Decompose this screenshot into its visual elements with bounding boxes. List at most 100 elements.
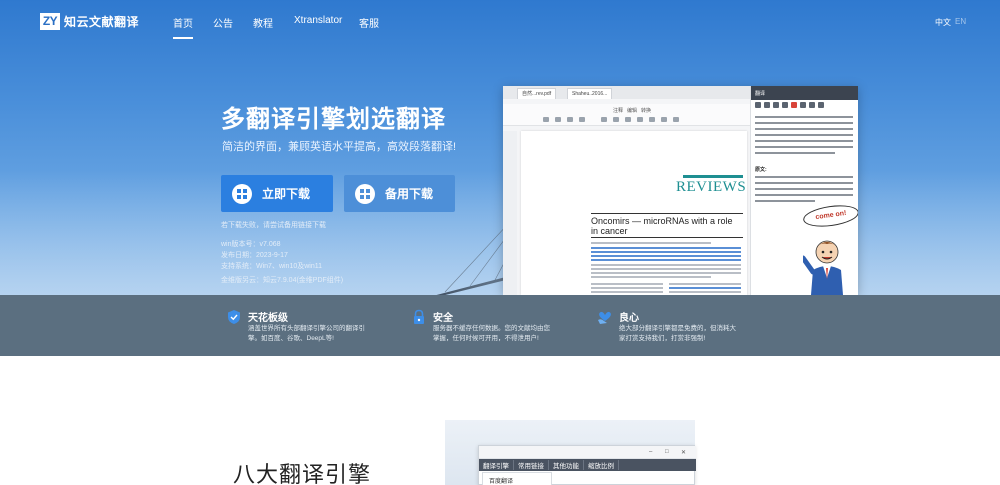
supported-os: 支持系统：Win7、win10及win11 — [221, 263, 323, 270]
reader-toolbar: 注释 编辑 转换 — [503, 104, 750, 126]
brand-name: 知云文献翻译 — [64, 15, 140, 29]
original-line — [755, 182, 853, 184]
translation-pane-header: 翻译 — [751, 86, 858, 100]
logo-mark: ZY — [40, 13, 60, 30]
nav-xtranslator[interactable]: Xtranslator — [294, 15, 342, 26]
toolbar-icon — [555, 117, 561, 122]
text-line — [591, 283, 663, 285]
minimize-icon: – — [649, 449, 653, 455]
version-info: win版本号：v7.068 — [221, 241, 281, 248]
toolbar-icon — [625, 117, 631, 122]
translated-line — [755, 134, 853, 136]
lang-en[interactable]: EN — [955, 17, 966, 26]
menu-translation-engines[interactable]: 翻译引擎 — [479, 460, 514, 470]
translated-line — [755, 152, 835, 154]
translated-line — [755, 122, 853, 124]
handshake-icon — [598, 311, 611, 324]
top-nav: ZY 知云文献翻译 首页 公告 教程 Xtranslator 客服 中文 EN — [0, 0, 1000, 44]
toolbar-icon — [637, 117, 643, 122]
original-line — [755, 200, 815, 202]
close-icon: ✕ — [681, 450, 687, 456]
toolbar-icon — [579, 117, 585, 122]
rule-line — [591, 237, 743, 238]
nav-home[interactable]: 首页 — [173, 15, 193, 39]
highlighted-line — [591, 247, 741, 249]
text-line — [591, 287, 663, 289]
feature-description: 涵盖世界所有头部翻译引擎公司的翻译引擎。如百度、谷歌、DeepL等! — [248, 325, 365, 342]
mail-icon — [791, 102, 797, 108]
windows-icon — [355, 183, 375, 204]
cartoon-mascot — [803, 240, 843, 295]
text-line — [591, 242, 711, 244]
highlighted-line — [591, 251, 741, 253]
backup-download-button[interactable]: 备用下载 — [344, 175, 455, 212]
toolbar-icon — [673, 117, 679, 122]
download-button[interactable]: 立即下载 — [221, 175, 333, 212]
doc-tab: 自然...rev.pdf — [517, 88, 557, 99]
pdf-page: REVIEWS Oncomirs — microRNAs with a role… — [521, 131, 747, 295]
text-line — [669, 291, 741, 293]
hero-section: ZY 知云文献翻译 首页 公告 教程 Xtranslator 客服 中文 EN … — [0, 0, 1000, 295]
menu-common-links[interactable]: 常用链接 — [514, 460, 549, 470]
toolbar-icon — [818, 102, 824, 108]
original-line — [755, 188, 853, 190]
toolbar-icon — [601, 117, 607, 122]
maximize-icon: □ — [665, 449, 669, 455]
toolbar-tab: 注释 — [613, 108, 624, 114]
toolbar-icon — [649, 117, 655, 122]
highlighted-line — [591, 259, 741, 261]
original-line — [755, 194, 853, 196]
feature-title: 安全 — [433, 313, 453, 324]
engines-section-title: 八大翻译引擎 — [233, 462, 372, 485]
highlighted-line — [591, 255, 741, 257]
feature-title: 天花板级 — [248, 313, 288, 324]
original-line — [755, 176, 853, 178]
toolbar-icon — [543, 117, 549, 122]
document-tabs: 自然...rev.pdf Shaheu..2016... — [503, 86, 750, 99]
backup-download-label: 备用下载 — [385, 187, 434, 201]
app-preview-screenshot: 自然...rev.pdf Shaheu..2016... 注释 编辑 转换 RE… — [503, 86, 858, 295]
page-sidebar — [503, 131, 517, 295]
toolbar-icon — [764, 102, 770, 108]
toolbar-icon — [800, 102, 806, 108]
nav-tutorial[interactable]: 教程 — [253, 15, 273, 30]
windows-icon — [232, 183, 252, 204]
translation-toolbar — [755, 102, 824, 108]
hero-title: 多翻译引擎划选翻译 — [221, 106, 446, 133]
release-date: 发布日期：2023-9-17 — [221, 252, 288, 259]
rule-line — [591, 213, 743, 214]
translated-line — [755, 128, 853, 130]
text-line — [591, 268, 741, 270]
doc-tab: Shaheu..2016... — [567, 88, 613, 99]
text-line — [591, 276, 711, 278]
toolbar-tab: 转换 — [641, 108, 652, 114]
download-hint: 若下载失败，请尝试备用链接下载 — [221, 222, 326, 229]
text-line — [591, 291, 663, 293]
shield-icon — [228, 310, 240, 324]
original-text-label: 原文: — [755, 167, 767, 173]
text-line — [591, 272, 741, 274]
pdf-reader-pane: 自然...rev.pdf Shaheu..2016... 注释 编辑 转换 RE… — [503, 86, 750, 295]
highlighted-line — [669, 287, 741, 289]
toolbar-icon — [773, 102, 779, 108]
window-titlebar: – □ ✕ — [479, 446, 696, 459]
menu-other-features[interactable]: 其他功能 — [549, 460, 584, 470]
brand-logo[interactable]: ZY 知云文献翻译 — [40, 13, 139, 30]
nav-support[interactable]: 客服 — [359, 15, 379, 30]
toolbar-icon — [613, 117, 619, 122]
toolbar-icon — [782, 102, 788, 108]
engines-preview-window: – □ ✕ 翻译引擎 常用链接 其他功能 缩放比例 百度翻译 — [478, 445, 696, 485]
pdf-component-version: 金维版另云：知云7.9.04(金维PDF组件) — [221, 277, 344, 284]
toolbar-icon — [755, 102, 761, 108]
text-line — [669, 283, 741, 285]
article-title: Oncomirs — microRNAs with a role in canc… — [591, 216, 733, 236]
menu-zoom[interactable]: 缩放比例 — [584, 460, 619, 470]
lang-zh[interactable]: 中文 — [935, 17, 951, 28]
toolbar-icon — [567, 117, 573, 122]
journal-header: REVIEWS — [676, 179, 747, 195]
toolbar-tab: 编辑 — [627, 108, 638, 114]
engine-dropdown-item[interactable]: 百度翻译 — [482, 472, 552, 485]
feature-description: 服务器不缓存任何数据。您的文献均由您掌握，任何时候可开用，不得泄用户! — [433, 325, 550, 342]
feature-title: 良心 — [619, 313, 639, 324]
nav-announcements[interactable]: 公告 — [213, 15, 233, 30]
